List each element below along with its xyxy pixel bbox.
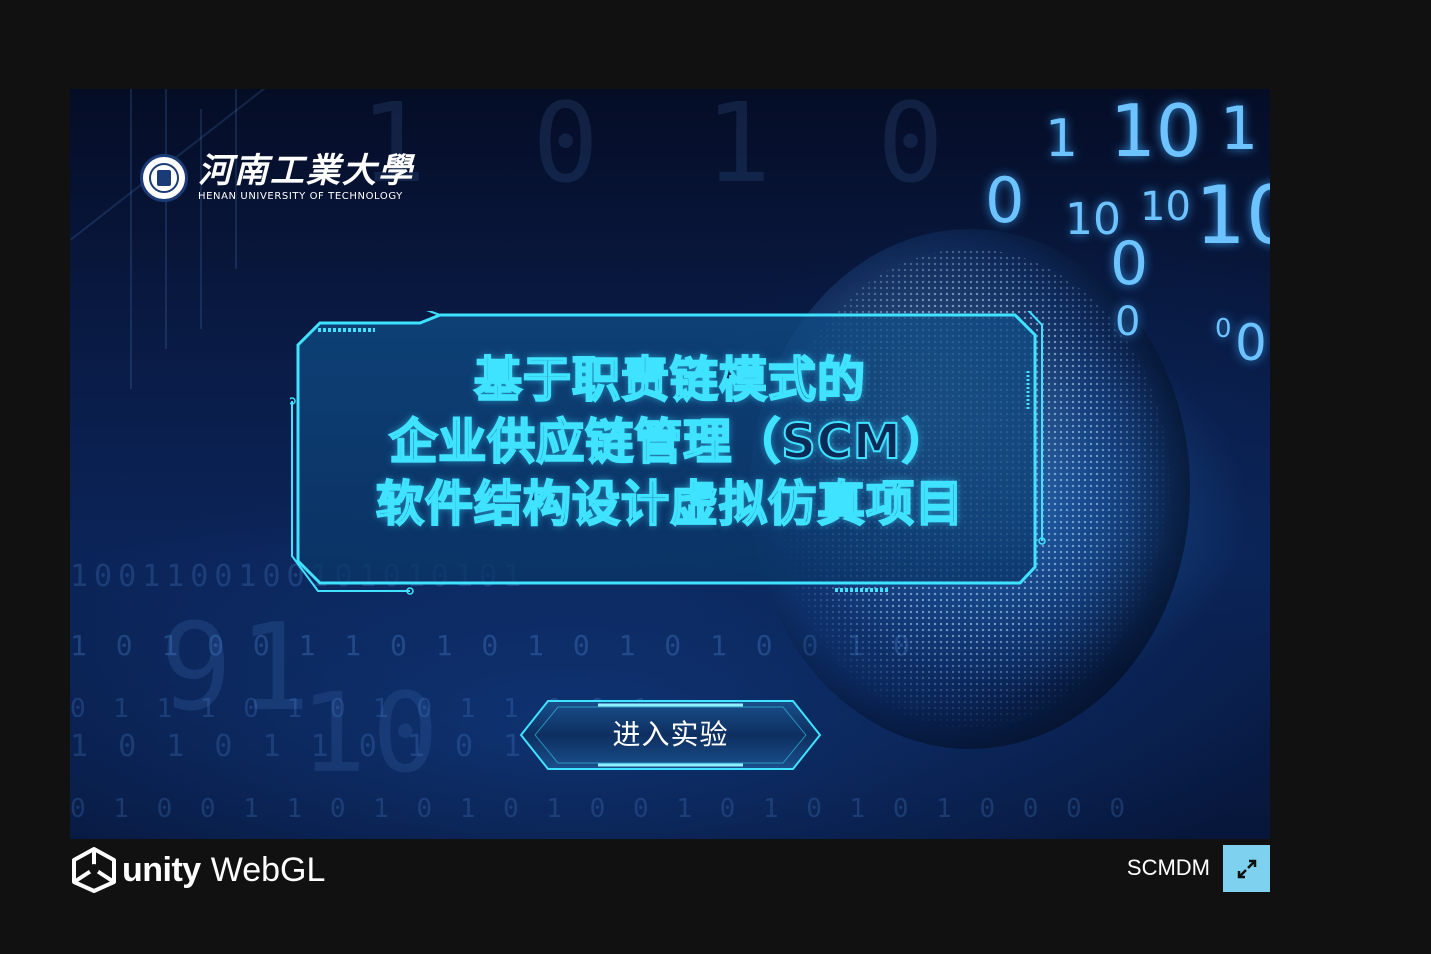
unity-wordmark: unity	[122, 850, 201, 889]
background-digits: 10	[300, 669, 445, 797]
build-title: SCMDM	[1126, 855, 1210, 880]
circuit-line	[200, 109, 202, 329]
floating-digit: 10	[1110, 89, 1202, 173]
university-name-chinese: 河南工業大學	[198, 151, 414, 191]
background-digits: 1 0 1 0	[360, 89, 964, 207]
floating-digit: 0	[1215, 314, 1232, 344]
title-panel: 基于职责链模式的 企业供应链管理（SCM） 软件结构设计虚拟仿真项目	[290, 311, 1046, 595]
background-binary-row: 0 1 0 0 1 1 0 1 0 1 0 1 0 0 1 0 1 0 1 0 …	[70, 794, 1132, 824]
unity-footer: unity WebGL SCMDM	[70, 839, 1270, 899]
unity-canvas[interactable]: 1 0 1 0 1001100100101010101 1 0 1 0 0 1 …	[70, 89, 1270, 839]
circuit-line	[165, 89, 167, 349]
university-seal-icon	[140, 153, 188, 202]
page: 1 0 1 0 1001100100101010101 1 0 1 0 0 1 …	[0, 0, 1431, 954]
enter-experiment-button[interactable]: 进入实验	[518, 697, 823, 773]
floating-digit: 0	[1115, 299, 1141, 345]
enter-experiment-label: 进入实验	[612, 718, 729, 751]
floating-digit: 0	[1110, 229, 1149, 299]
unity-cube-icon	[72, 847, 116, 893]
floating-digit: 1	[1220, 94, 1259, 164]
floating-digit: 0	[985, 164, 1025, 237]
university-logo: 河南工業大學 HENAN UNIVERSITY OF TECHNOLOGY	[140, 153, 414, 202]
fullscreen-button[interactable]	[1223, 845, 1270, 892]
background-digits: 91	[160, 599, 317, 738]
expand-arrows-icon	[1237, 859, 1256, 878]
floating-digit: 10	[1195, 169, 1270, 262]
university-name: 河南工業大學 HENAN UNIVERSITY OF TECHNOLOGY	[198, 153, 414, 202]
project-title-line-1: 基于职责链模式的	[473, 351, 866, 409]
circuit-line	[130, 89, 132, 389]
floating-digit: 10	[1140, 184, 1191, 230]
floating-digit: 0	[1235, 314, 1267, 372]
project-title-line-3: 软件结构设计虚拟仿真项目	[375, 475, 964, 533]
floating-digit: 1	[1045, 109, 1079, 169]
project-title: 基于职责链模式的 企业供应链管理（SCM） 软件结构设计虚拟仿真项目	[290, 349, 1050, 535]
university-name-english: HENAN UNIVERSITY OF TECHNOLOGY	[198, 191, 403, 202]
webgl-wordmark: WebGL	[210, 850, 326, 889]
project-title-line-2: 企业供应链管理（SCM）	[388, 413, 951, 471]
unity-webgl-logo: unity WebGL	[70, 847, 325, 893]
